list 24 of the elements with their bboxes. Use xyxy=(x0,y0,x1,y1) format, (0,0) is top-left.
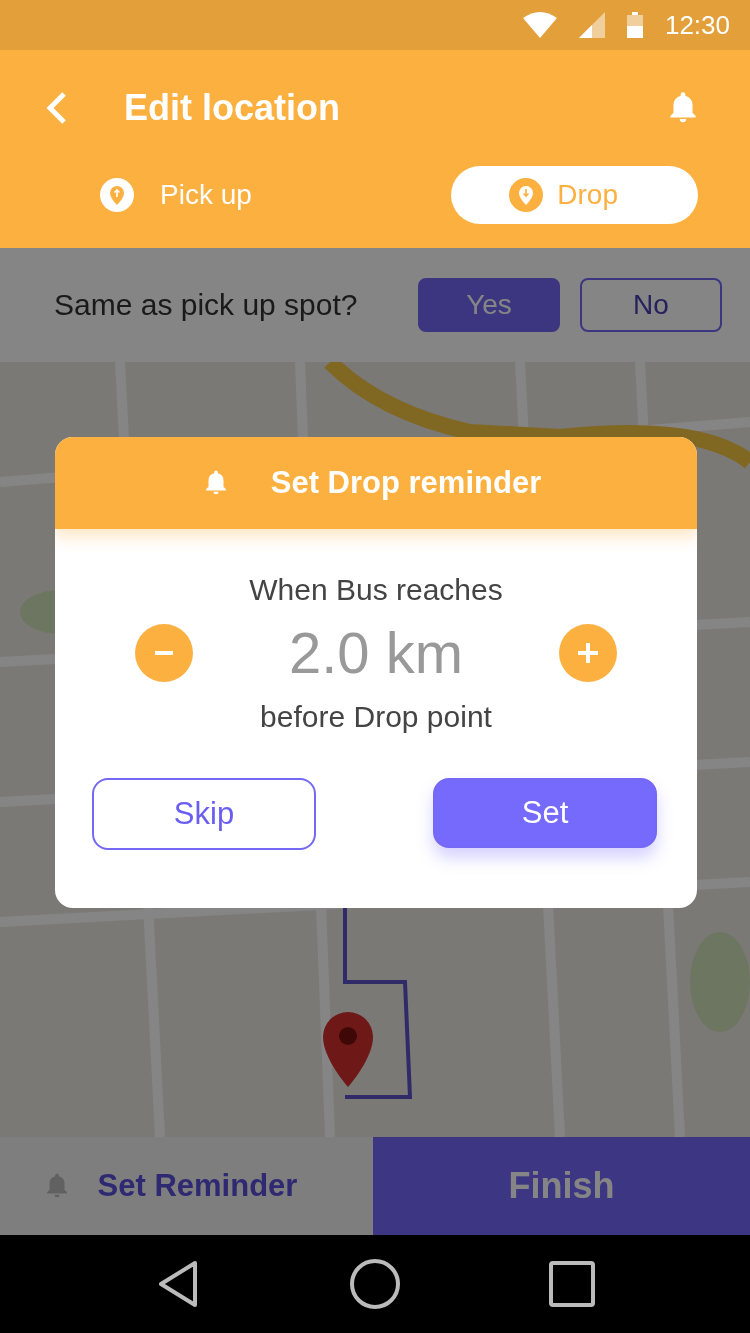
signal-icon xyxy=(578,12,605,38)
decrease-button[interactable] xyxy=(135,623,193,682)
wifi-icon xyxy=(522,12,557,38)
location-pin-icon xyxy=(509,178,544,212)
distance-value: 2.0 km xyxy=(288,619,464,686)
finish-button[interactable]: Finish xyxy=(373,1137,750,1235)
location-pin-icon xyxy=(100,178,134,212)
battery-icon xyxy=(626,12,643,38)
set-reminder-button[interactable]: Set Reminder xyxy=(0,1137,373,1235)
increase-button[interactable] xyxy=(559,623,617,682)
location-tab[interactable]: Drop xyxy=(451,166,698,224)
home-icon[interactable] xyxy=(348,1257,402,1311)
dialog-title: Set Drop reminder xyxy=(270,465,542,501)
status-time: 12:30 xyxy=(664,9,730,41)
dialog-text: When Bus reaches xyxy=(249,573,503,607)
answer-button[interactable]: No xyxy=(580,278,722,332)
screen-title: Edit location xyxy=(124,86,341,129)
location-tab[interactable]: Pick up xyxy=(100,166,280,224)
question-text: Same as pick up spot? xyxy=(54,288,359,322)
dialog-text: before Drop point xyxy=(260,700,492,734)
dialog-button[interactable]: Set xyxy=(433,778,657,848)
minus-icon xyxy=(155,650,173,655)
dialog-button[interactable]: Skip xyxy=(92,778,316,850)
answer-button[interactable]: Yes xyxy=(418,278,560,332)
